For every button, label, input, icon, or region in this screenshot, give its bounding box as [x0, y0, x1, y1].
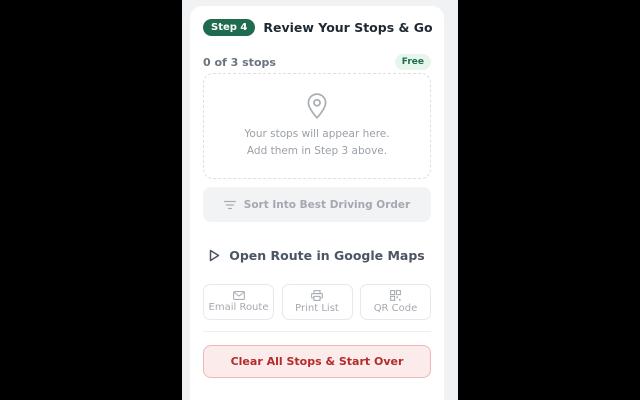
empty-state-line-2: Add them in Step 3 above. [246, 145, 388, 157]
clear-button-label: Clear All Stops & Start Over [230, 355, 404, 368]
empty-state-line-1: Your stops will appear here. [244, 128, 390, 140]
map-pin-icon [307, 93, 327, 119]
app-panel: Step 4 Review Your Stops & Go 0 of 3 sto… [182, 0, 458, 400]
email-route-label: Email Route [208, 302, 269, 313]
qr-code-label: QR Code [373, 303, 418, 314]
step-badge: Step 4 [203, 19, 256, 36]
stops-empty-state: Your stops will appear here. Add them in… [203, 73, 431, 179]
print-list-button[interactable]: Print List [281, 284, 353, 320]
qr-code-button[interactable]: QR Code [360, 284, 431, 320]
maps-button-label: Open Route in Google Maps [229, 247, 425, 263]
stops-count: 0 of 3 stops [203, 56, 276, 69]
open-google-maps-button[interactable]: Open Route in Google Maps [203, 244, 431, 266]
sort-button-label: Sort Into Best Driving Order [243, 198, 411, 211]
qr-code-icon [390, 290, 401, 301]
divider [203, 331, 431, 332]
step-title: Review Your Stops & Go [263, 20, 433, 35]
step-header: Step 4 Review Your Stops & Go [203, 19, 433, 36]
print-list-label: Print List [295, 303, 339, 314]
sort-driving-order-button[interactable]: Sort Into Best Driving Order [203, 187, 431, 222]
share-actions: Email Route Print List QR Code [203, 284, 431, 320]
printer-icon [311, 290, 323, 301]
plan-badge: Free [394, 54, 431, 70]
sort-lines-icon [223, 200, 236, 209]
step-4-card: Step 4 Review Your Stops & Go 0 of 3 sto… [190, 6, 444, 400]
play-icon [209, 249, 220, 261]
mail-icon [232, 291, 245, 300]
email-route-button[interactable]: Email Route [203, 284, 274, 320]
clear-all-stops-button[interactable]: Clear All Stops & Start Over [203, 345, 431, 378]
